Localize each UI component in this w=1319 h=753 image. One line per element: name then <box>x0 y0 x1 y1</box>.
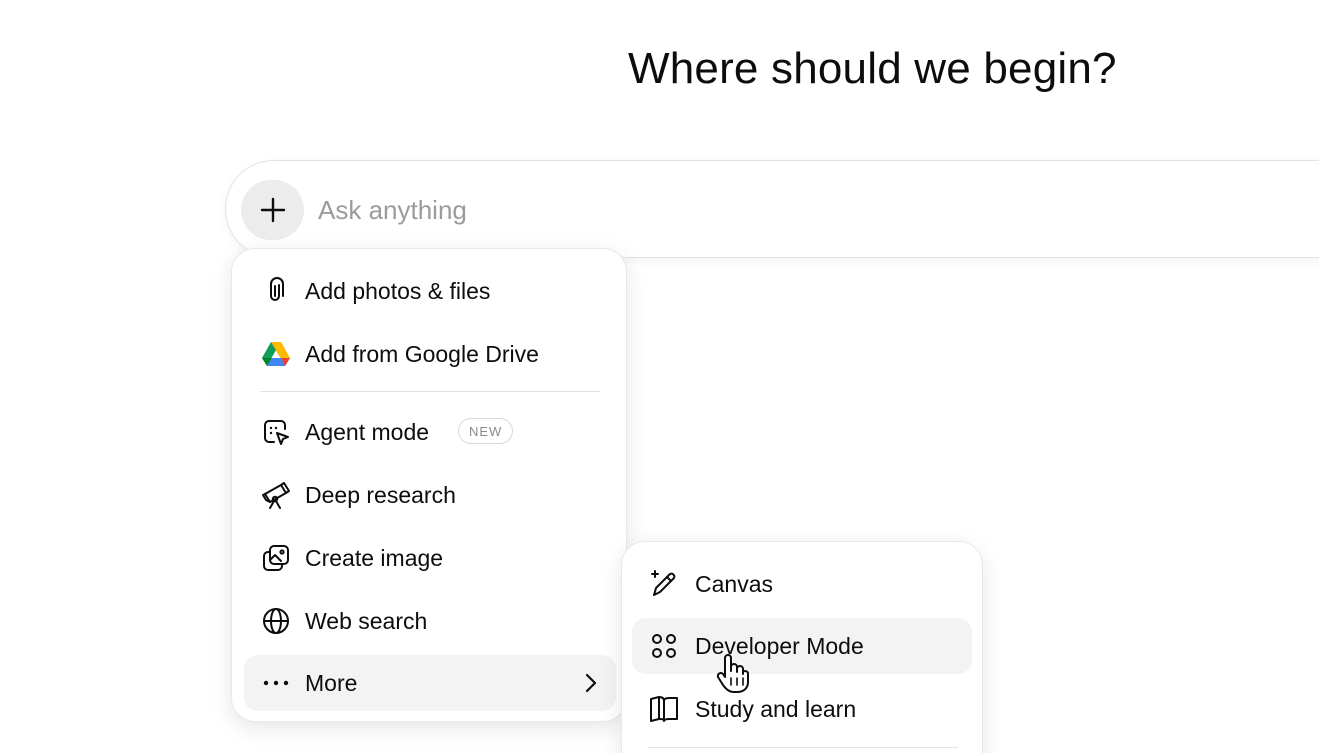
submenu-item-label: Study and learn <box>695 695 857 722</box>
menu-item-add-photos-files[interactable]: Add photos & files <box>244 263 616 319</box>
telescope-icon <box>260 479 292 511</box>
menu-item-label: Web search <box>305 607 428 634</box>
new-badge: NEW <box>458 418 514 444</box>
google-drive-icon <box>260 338 292 370</box>
submenu-item-canvas[interactable]: Canvas <box>632 556 972 612</box>
menu-item-add-from-google-drive[interactable]: Add from Google Drive <box>244 326 616 382</box>
menu-item-create-image[interactable]: Create image <box>244 530 616 586</box>
menu-item-label: Deep research <box>305 481 456 508</box>
chevron-right-icon <box>584 671 598 700</box>
developer-nodes-icon <box>648 630 680 662</box>
submenu-divider <box>648 747 958 748</box>
agent-mode-icon <box>260 416 292 448</box>
menu-item-more[interactable]: More <box>244 655 616 711</box>
ellipsis-icon <box>260 667 292 699</box>
pencil-sparkle-icon <box>648 568 680 600</box>
submenu-item-developer-mode[interactable]: Developer Mode <box>632 618 972 674</box>
image-icon <box>260 542 292 574</box>
menu-item-label: Add from Google Drive <box>305 340 539 367</box>
menu-item-label: Add photos & files <box>305 277 491 304</box>
prompt-input[interactable] <box>318 188 1218 232</box>
menu-item-label: More <box>305 669 358 696</box>
submenu-item-label: Developer Mode <box>695 632 864 659</box>
menu-item-label: Agent mode <box>305 418 430 445</box>
more-submenu: Canvas Developer Mode Study and learn <box>621 541 983 753</box>
globe-icon <box>260 605 292 637</box>
menu-item-deep-research[interactable]: Deep research <box>244 467 616 523</box>
page-title: Where should we begin? <box>628 44 1117 93</box>
chat-home-page: Where should we begin? Add photos & file… <box>0 0 1319 753</box>
menu-item-agent-mode[interactable]: Agent mode NEW <box>244 404 616 460</box>
submenu-item-label: Canvas <box>695 570 773 597</box>
menu-item-web-search[interactable]: Web search <box>244 593 616 649</box>
paperclip-icon <box>260 275 292 307</box>
submenu-item-study-and-learn[interactable]: Study and learn <box>632 681 972 737</box>
composer-tools-menu: Add photos & files Add from Google Drive <box>231 248 627 722</box>
plus-icon <box>260 197 285 223</box>
menu-divider <box>260 391 600 392</box>
book-icon <box>648 693 680 725</box>
add-attachment-button[interactable] <box>241 180 304 240</box>
menu-item-label: Create image <box>305 544 444 571</box>
